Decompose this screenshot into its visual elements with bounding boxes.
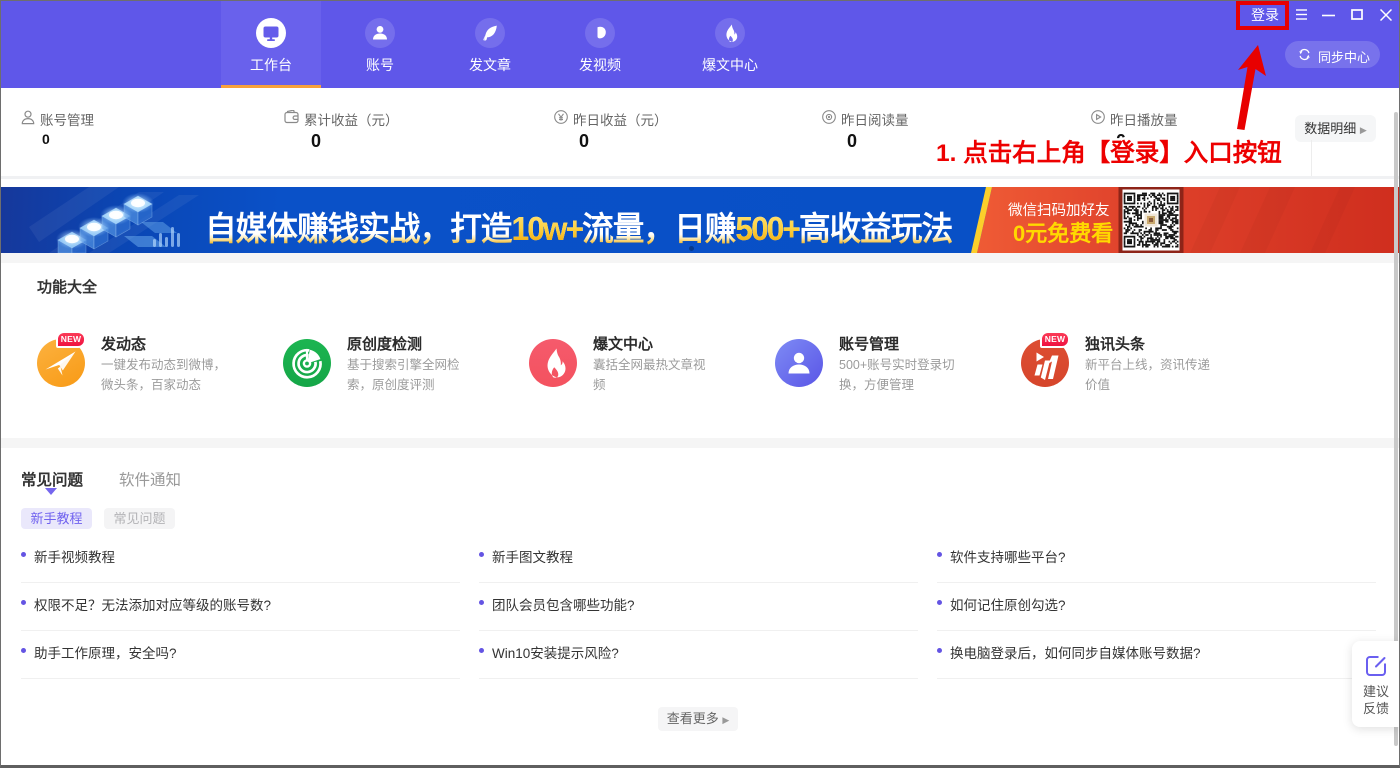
svg-text:1. 点击右上角【登录】入口按钮: 1. 点击右上角【登录】入口按钮 (936, 138, 1282, 167)
